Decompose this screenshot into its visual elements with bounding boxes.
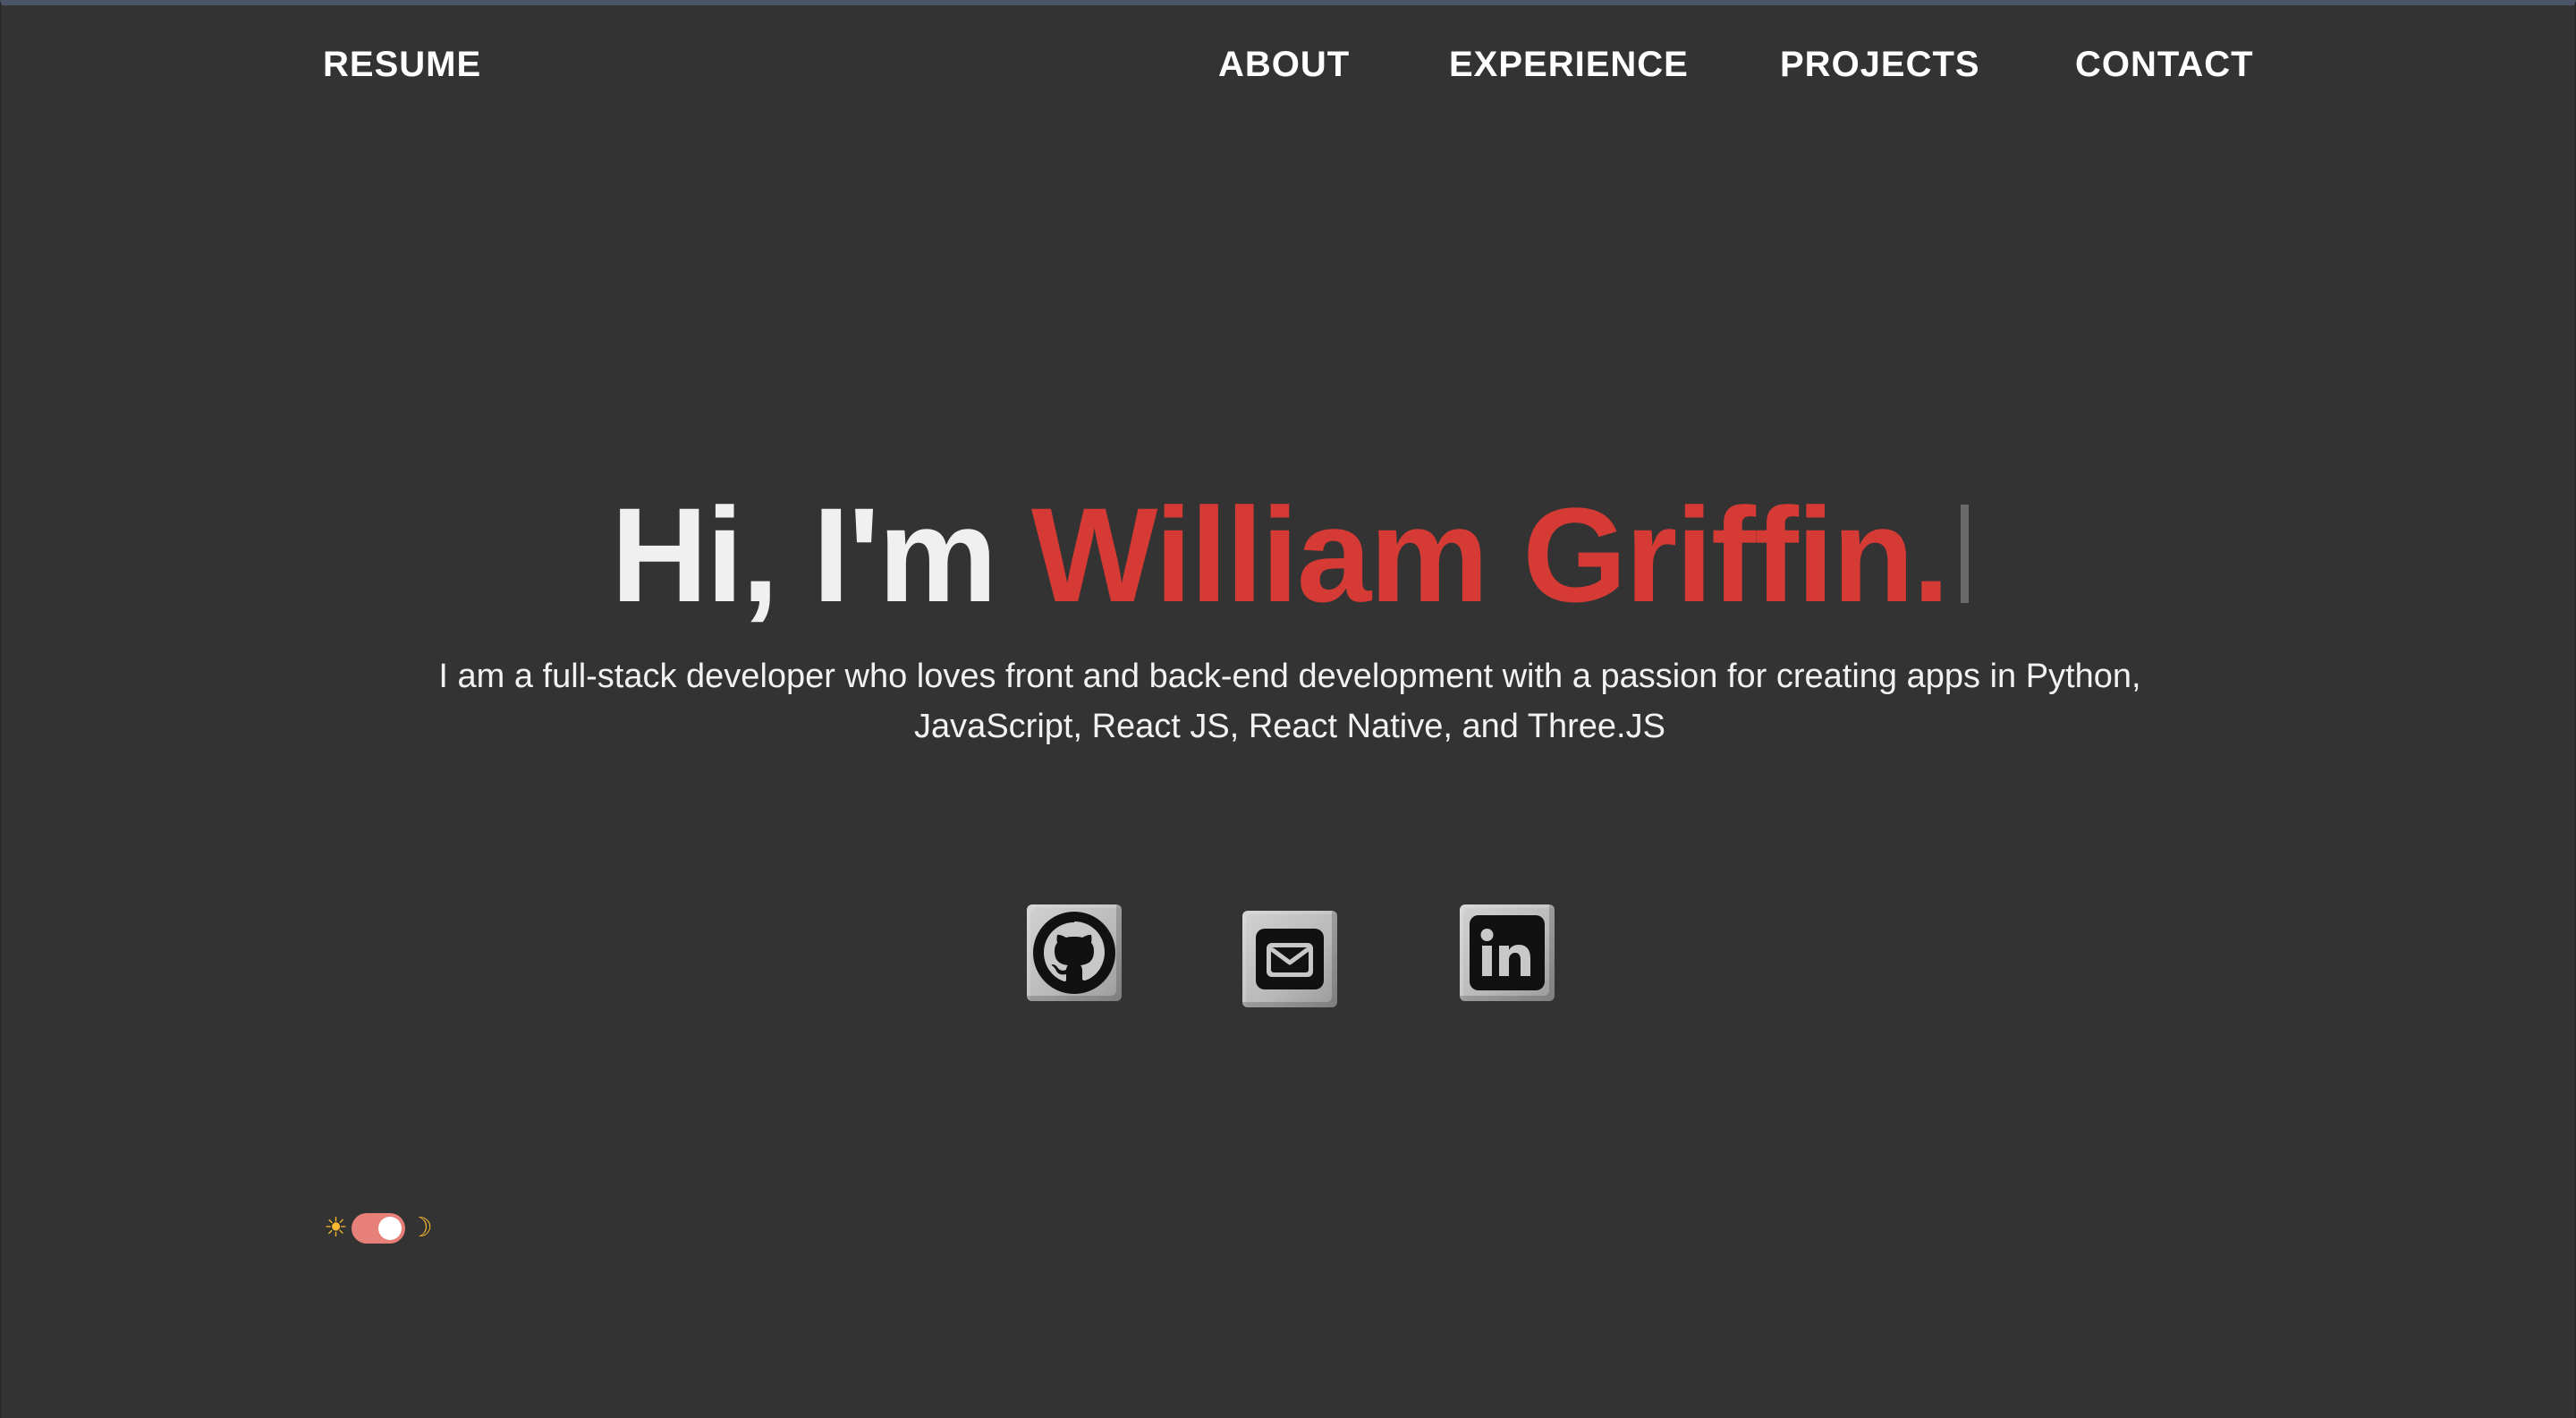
hero-name: William Griffin. [1030, 480, 1950, 630]
linkedin-icon [1470, 915, 1545, 990]
hero-description: I am a full-stack developer who loves fr… [360, 651, 2220, 751]
moon-icon: ☽ [408, 1213, 433, 1243]
hero-description-line-1: I am a full-stack developer who loves fr… [438, 658, 2141, 695]
theme-toggle[interactable]: ☀ ☽ [324, 1213, 433, 1244]
nav-contact-link[interactable]: CONTACT [2075, 45, 2254, 85]
nav-experience-link[interactable]: EXPERIENCE [1449, 45, 1689, 85]
hero-greeting: Hi, I'm [611, 480, 1031, 630]
email-icon [1256, 929, 1324, 989]
github-button[interactable] [1027, 904, 1122, 1001]
nav-resume-link[interactable]: RESUME [323, 45, 481, 85]
github-icon [1033, 912, 1115, 994]
theme-switch[interactable] [351, 1213, 405, 1244]
typing-caret [1960, 505, 1969, 603]
nav-about-link[interactable]: ABOUT [1218, 45, 1350, 85]
theme-switch-knob[interactable] [377, 1217, 402, 1240]
sun-icon: ☀ [324, 1213, 348, 1243]
linkedin-button[interactable] [1460, 904, 1555, 1001]
nav-projects-link[interactable]: PROJECTS [1780, 45, 1980, 85]
hero-description-line-2: JavaScript, React JS, React Native, and … [914, 708, 1665, 745]
hero-title: Hi, I'm William Griffin. [2, 478, 2576, 633]
email-button[interactable] [1242, 911, 1337, 1007]
